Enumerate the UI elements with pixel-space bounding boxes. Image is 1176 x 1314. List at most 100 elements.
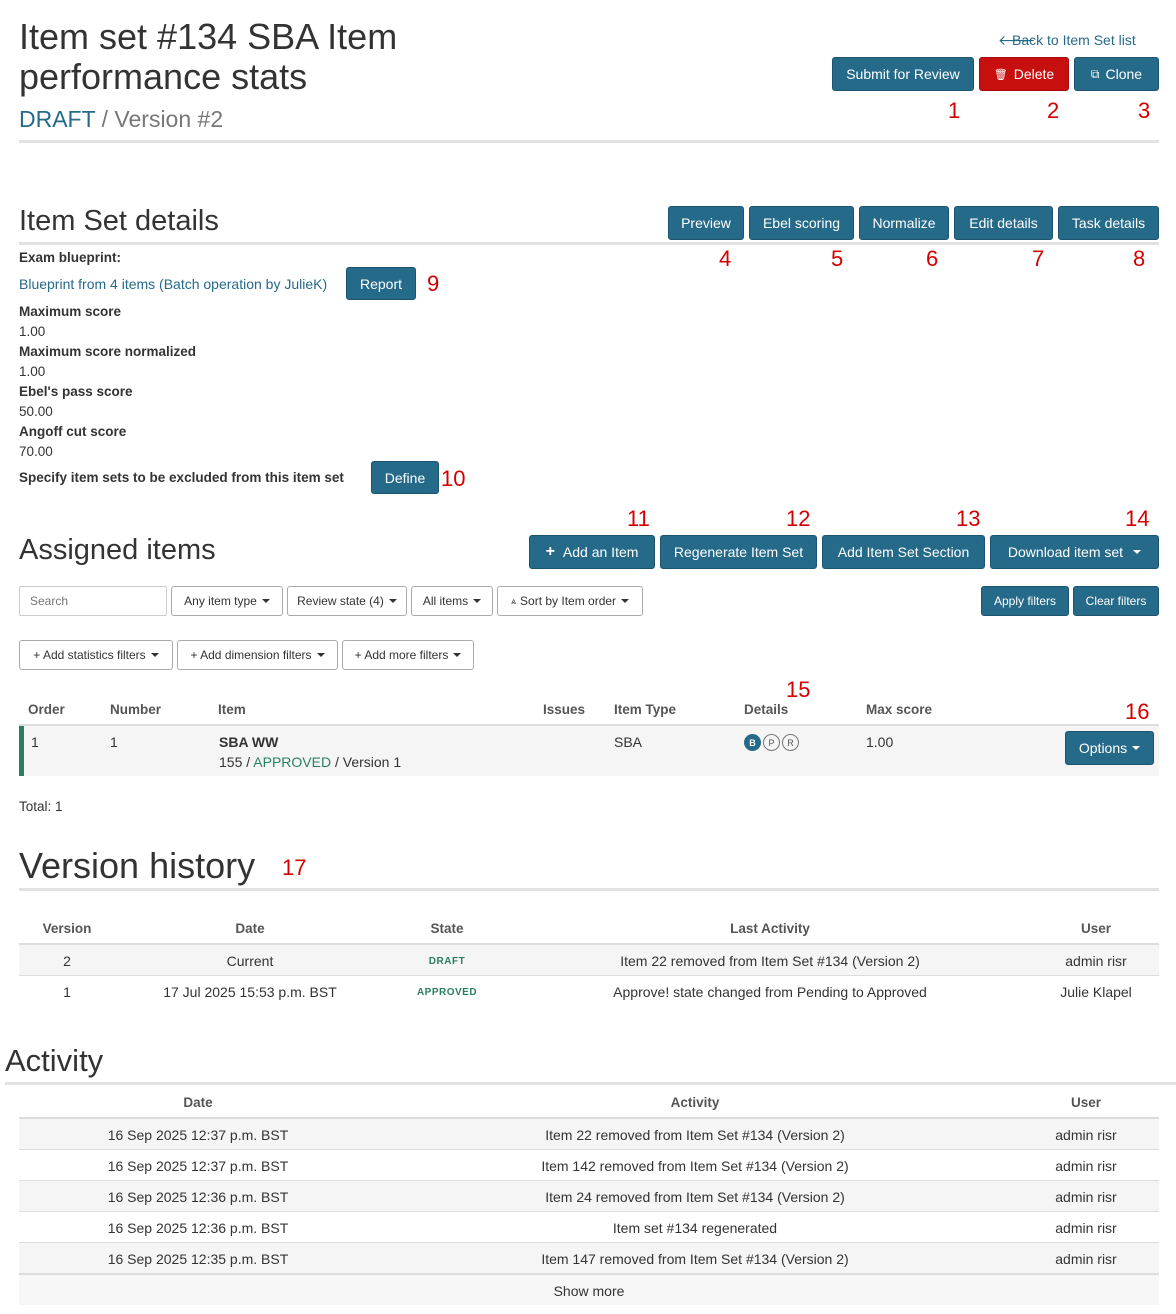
vh-row2-version[interactable]: 1 (19, 984, 115, 1000)
act-row3-user: admin risr (1055, 1189, 1117, 1205)
edit-details-button[interactable]: Edit details (954, 206, 1053, 240)
item-state: APPROVED (253, 754, 332, 770)
options-label: Options (1078, 740, 1128, 756)
annotation-17: 17 (282, 855, 307, 880)
sort-icon: ⩓ (510, 595, 517, 606)
add-statistics-filters-dropdown[interactable]: + Add statistics filters (19, 640, 173, 670)
annotation-5: 5 (831, 246, 844, 271)
state-label[interactable]: DRAFT (19, 106, 95, 132)
act-col-activity: Activity (670, 1095, 720, 1110)
download-item-set-button[interactable]: Download item set (990, 535, 1159, 569)
act-row4-activity: Item set #134 regenerated (612, 1220, 778, 1236)
trash-icon: 🗑 (993, 68, 1008, 81)
annotation-4: 4 (719, 246, 732, 271)
annotation-15: 15 (786, 677, 811, 702)
annotation-8: 8 (1133, 246, 1146, 271)
act-row5-date: 16 Sep 2025 12:35 p.m. BST (107, 1251, 289, 1267)
badge-b-icon[interactable]: B (744, 734, 761, 751)
vh-col-activity: Last Activity (730, 921, 810, 936)
table-row (19, 726, 1159, 776)
activity-heading: Activity (5, 1043, 104, 1078)
blueprint-link[interactable]: Blueprint from 4 items (Batch operation … (19, 276, 327, 292)
caret-down-icon (1132, 746, 1141, 750)
define-button[interactable]: Define (371, 461, 439, 494)
blueprint-label: Exam blueprint: (19, 250, 122, 265)
preview-button[interactable]: Preview (668, 206, 744, 240)
review-state-dropdown[interactable]: Review state (4) (287, 586, 407, 616)
badge-p-icon[interactable]: P (763, 734, 780, 751)
search-input[interactable] (19, 586, 167, 616)
back-link-label: Back to Item Set list (1012, 32, 1136, 48)
annotation-16: 16 (1125, 699, 1150, 724)
clear-filters-button[interactable]: Clear filters (1073, 586, 1159, 616)
act-col-user: User (1070, 1095, 1102, 1110)
page-title-line2: performance stats (19, 56, 308, 97)
options-button[interactable]: Options (1065, 731, 1154, 765)
report-button[interactable]: Report (346, 267, 416, 300)
sort-dropdown[interactable]: ⩓ Sort by Item order (497, 586, 643, 616)
max-score-label: Maximum score (19, 304, 122, 319)
arrow-left-icon: 🡐 (998, 32, 1036, 48)
version-divider (19, 888, 1159, 891)
more-filter-label: + Add more filters (354, 648, 449, 662)
annotation-11: 11 (627, 506, 650, 531)
ebel-scoring-button[interactable]: Ebel scoring (749, 206, 854, 240)
annotation-6: 6 (926, 246, 939, 271)
vh-row1-version[interactable]: 2 (19, 953, 115, 969)
add-more-filters-dropdown[interactable]: + Add more filters (342, 640, 474, 670)
page-title-line1: Item set #134 SBA Item (19, 16, 398, 57)
col-details: Details (744, 702, 789, 717)
act-col-date: Date (183, 1095, 213, 1110)
add-dimension-filters-dropdown[interactable]: + Add dimension filters (177, 640, 338, 670)
all-items-dropdown[interactable]: All items (411, 586, 493, 616)
copy-icon: ⧉ (1090, 66, 1100, 81)
caret-down-icon (316, 653, 325, 657)
ebel-pass-value: 50.00 (19, 404, 53, 419)
normalize-button[interactable]: Normalize (859, 206, 949, 240)
item-version: / Version 1 (331, 754, 402, 770)
act-row2-activity: Item 142 removed from Item Set #134 (Ver… (541, 1158, 849, 1174)
apply-filters-button[interactable]: Apply filters (981, 586, 1069, 616)
annotation-2: 2 (1047, 98, 1060, 123)
download-label: Download item set (1007, 544, 1124, 560)
item-type-label: Any item type (184, 594, 257, 608)
version-label: / Version #2 (95, 106, 224, 132)
col-max-score: Max score (866, 702, 933, 717)
delete-button[interactable]: 🗑 Delete (979, 57, 1069, 91)
row-number: 1 (110, 734, 118, 750)
col-item-type: Item Type (614, 702, 677, 717)
submit-for-review-button[interactable]: Submit for Review (832, 57, 974, 91)
regenerate-item-set-button[interactable]: Regenerate Item Set (660, 535, 817, 569)
act-row3-activity: Item 24 removed from Item Set #134 (Vers… (545, 1189, 845, 1205)
item-id: 155 / (219, 754, 254, 770)
act-row-divider (19, 1149, 1159, 1150)
vh-row2-date: 17 Jul 2025 15:53 p.m. BST (163, 984, 337, 1000)
row-order: 1 (31, 734, 39, 750)
show-more-link[interactable]: Show more (19, 1283, 1159, 1299)
back-link[interactable]: 🡐Back to Item Set list (998, 32, 1136, 49)
clone-button[interactable]: ⧉ Clone (1074, 57, 1159, 91)
row-item-link[interactable]: SBA WW (219, 734, 278, 750)
annotation-7: 7 (1032, 246, 1045, 271)
act-row4-date: 16 Sep 2025 12:36 p.m. BST (107, 1220, 289, 1236)
annotation-14: 14 (1125, 506, 1150, 531)
annotation-9: 9 (427, 271, 440, 296)
annotation-1: 1 (948, 98, 961, 123)
state-version: DRAFT / Version #2 (19, 106, 223, 133)
caret-down-icon (473, 599, 482, 603)
details-divider (19, 242, 1159, 245)
col-number: Number (110, 702, 162, 717)
add-item-button[interactable]: + Add an Item (529, 535, 655, 569)
item-type-dropdown[interactable]: Any item type (171, 586, 283, 616)
badge-r-icon[interactable]: R (782, 734, 799, 751)
activity-divider (5, 1082, 1176, 1085)
add-item-label: Add an Item (562, 544, 639, 560)
col-item: Item (218, 702, 246, 717)
vh-col-state: State (430, 921, 464, 936)
add-item-set-section-button[interactable]: Add Item Set Section (822, 535, 985, 569)
dimension-filter-label: + Add dimension filters (190, 648, 312, 662)
vh-col-version: Version (42, 921, 92, 936)
act-row4-user: admin risr (1055, 1220, 1117, 1236)
task-details-button[interactable]: Task details (1058, 206, 1159, 240)
ebel-pass-label: Ebel's pass score (19, 384, 133, 399)
